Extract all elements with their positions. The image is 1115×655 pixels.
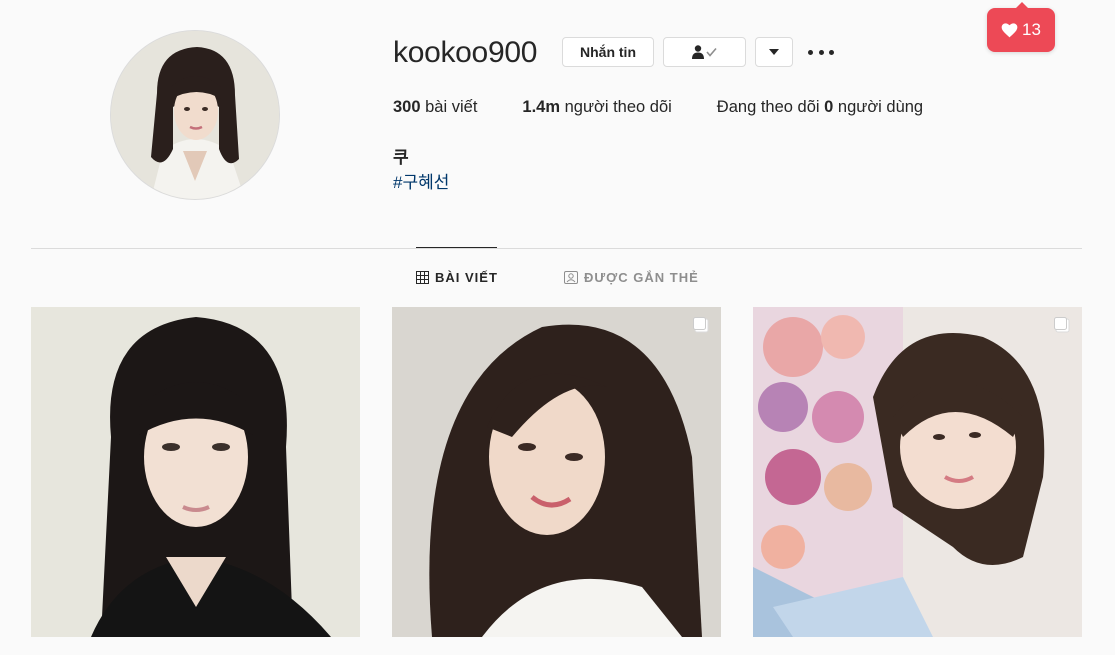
person-check-icon [691,45,717,59]
caret-down-icon [769,49,779,55]
tab-tagged[interactable]: ĐƯỢC GẮN THẺ [564,270,699,285]
post-image [31,307,360,637]
suggestions-dropdown-button[interactable] [755,37,793,67]
more-options-button[interactable] [808,40,834,64]
bio-name: 쿠 [393,148,409,167]
message-button[interactable]: Nhắn tin [562,37,654,67]
likes-notification-badge[interactable]: 13 [987,2,1055,52]
tag-portrait-icon [564,271,578,284]
active-tab-indicator [416,247,497,248]
tabs-divider [31,248,1082,249]
posts-count: 300 [393,98,421,116]
ellipsis-dot [818,49,824,55]
multiple-images-icon [693,317,709,333]
following-label: người dùng [837,98,924,116]
ellipsis-dot [829,49,834,55]
ellipsis-icon [808,49,813,55]
posts-label: bài viết [425,98,478,116]
followers-count: 1.4m [522,98,561,116]
tab-posts[interactable]: BÀI VIẾT [416,270,498,285]
profile-avatar[interactable] [110,30,280,200]
avatar-image [111,31,279,199]
post-thumbnail[interactable] [392,307,721,637]
heart-icon [1001,22,1018,37]
notification-count: 13 [1022,20,1041,39]
posts-stat: 300 bài viết [393,98,477,117]
bio-hashtag-link[interactable]: #구혜선 [393,168,449,193]
followers-stat[interactable]: 1.4m người theo dõi [522,98,671,117]
tab-posts-label: BÀI VIẾT [435,270,498,285]
profile-username: kookoo900 [393,36,538,69]
multiple-images-icon [1054,317,1070,333]
grid-icon [416,271,429,284]
post-image [392,307,721,637]
post-image [753,307,1082,637]
post-thumbnail[interactable] [31,307,360,637]
profile-stats: 300 bài viết 1.4m người theo dõi Đang th… [393,98,968,117]
post-thumbnail[interactable] [753,307,1082,637]
following-prefix: Đang theo dõi [716,98,820,116]
tab-tagged-label: ĐƯỢC GẮN THẺ [584,270,699,285]
following-stat[interactable]: Đang theo dõi 0 người dùng [717,98,923,117]
following-button[interactable] [663,37,746,67]
followers-label: người theo dõi [564,98,672,116]
following-count: 0 [824,98,834,116]
